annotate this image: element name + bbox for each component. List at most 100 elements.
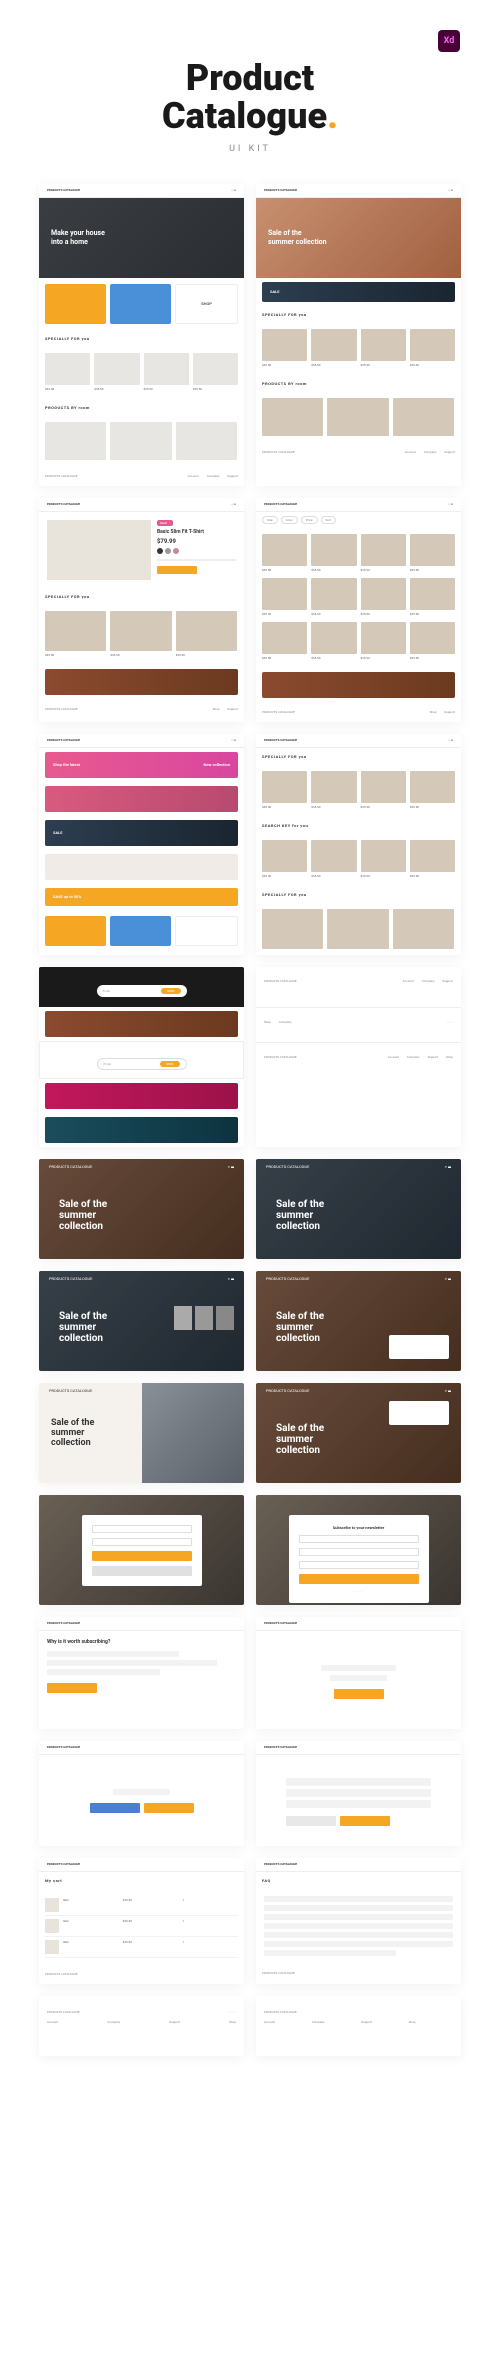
banner-dark-orange[interactable]: [45, 1011, 238, 1037]
hero-title: Sale of the summer collection: [59, 1199, 139, 1232]
hero: PRODUCTS CATALOGUE⌕ ☰ Sale of the summer…: [39, 1159, 244, 1259]
section-title: SPECIALLY FOR you: [39, 330, 244, 347]
product-card[interactable]: $35.50: [361, 840, 406, 880]
mockup-newsletters: EmailSEND EmailSEND: [39, 967, 244, 1147]
product-grid: $35.50 $35.50 $35.50 $35.50: [39, 347, 244, 399]
product-card[interactable]: [327, 398, 388, 436]
banner-pink-car[interactable]: [45, 786, 238, 812]
product-card[interactable]: $35.50: [311, 840, 356, 880]
action-button[interactable]: [47, 1683, 97, 1693]
filter-chip[interactable]: Price: [301, 516, 318, 524]
password-field[interactable]: [92, 1538, 192, 1546]
promo-banner[interactable]: [45, 669, 238, 695]
product-card[interactable]: $35.50: [410, 534, 455, 574]
product-card[interactable]: $35.50: [94, 353, 139, 393]
product-card[interactable]: [327, 909, 388, 949]
hero-title: Sale of the summer collection: [276, 1311, 356, 1344]
nav: PRODUCTS CATALOGUE⌕ ☰: [256, 1383, 461, 1399]
submit-button[interactable]: [299, 1574, 419, 1584]
banner-teal[interactable]: [45, 1117, 238, 1143]
feat-sofa-orange[interactable]: [45, 284, 106, 324]
product-card[interactable]: $35.50: [311, 534, 356, 574]
filter-chip[interactable]: Size: [262, 516, 278, 524]
product-card[interactable]: [393, 909, 454, 949]
sale-badge: SALE: [157, 520, 173, 526]
product-card[interactable]: $35.50: [262, 329, 307, 369]
banner-orange-save[interactable]: SAVE up to 50%: [45, 888, 238, 906]
product-card[interactable]: [262, 398, 323, 436]
feat-white[interactable]: [175, 916, 238, 946]
email-input[interactable]: EmailSEND: [97, 1058, 187, 1070]
back-button[interactable]: [286, 1816, 336, 1826]
product-card[interactable]: $35.50: [361, 578, 406, 618]
product-card[interactable]: $35.50: [410, 329, 455, 369]
feat-shop[interactable]: SHOP: [175, 284, 238, 324]
table-row: Item$35.501: [45, 1895, 238, 1916]
product-card[interactable]: [393, 398, 454, 436]
product-badge[interactable]: [389, 1401, 449, 1425]
shop-button[interactable]: [90, 1803, 140, 1813]
footer: PRODUCTS CATALOGUE Account··· Company···…: [256, 1996, 461, 2056]
feat-chair-blue[interactable]: [110, 284, 171, 324]
product-card[interactable]: $35.50: [45, 611, 106, 659]
product-card[interactable]: [45, 422, 106, 460]
product-card[interactable]: $35.50: [262, 622, 307, 662]
banner-pink[interactable]: Shop the latestNew collection: [45, 752, 238, 778]
mockup-hero-light-split: Sale of the summer collection PRODUCTS C…: [39, 1383, 244, 1483]
page-title: Why is it worth subscribing?: [47, 1639, 236, 1645]
banner-split[interactable]: [45, 854, 238, 880]
email-field[interactable]: [92, 1525, 192, 1533]
product-card[interactable]: $35.50: [311, 578, 356, 618]
page-header: ProductCatalogue. UI KIT: [0, 0, 500, 184]
banner-magenta[interactable]: [45, 1083, 238, 1109]
checkout-button[interactable]: [334, 1689, 384, 1699]
product-card[interactable]: $35.50: [361, 329, 406, 369]
product-card[interactable]: $35.50: [410, 840, 455, 880]
add-to-cart-button[interactable]: [157, 566, 197, 574]
product-card[interactable]: $35.50: [110, 611, 171, 659]
next-button[interactable]: [340, 1816, 390, 1826]
product-card[interactable]: $35.50: [176, 611, 237, 659]
product-card[interactable]: $35.50: [45, 353, 90, 393]
signup-button[interactable]: [92, 1566, 192, 1576]
email-input[interactable]: EmailSEND: [97, 985, 187, 997]
section-title: SPECIALLY FOR you: [39, 588, 244, 605]
product-card[interactable]: $35.50: [410, 771, 455, 811]
product-card[interactable]: $35.50: [311, 771, 356, 811]
nav-bar: PRODUCTS CATALOGUE: [39, 1858, 244, 1872]
product-card[interactable]: $35.50: [361, 771, 406, 811]
product-card[interactable]: [176, 422, 237, 460]
product-image[interactable]: [47, 520, 151, 580]
password-field[interactable]: [299, 1561, 419, 1569]
promo-banner[interactable]: [262, 672, 455, 698]
banner-navy[interactable]: SALE: [45, 820, 238, 846]
product-card[interactable]: $35.50: [361, 622, 406, 662]
filter-chip[interactable]: Color: [281, 516, 298, 524]
product-card[interactable]: $35.50: [410, 578, 455, 618]
name-field[interactable]: [299, 1535, 419, 1543]
product-card[interactable]: [110, 422, 171, 460]
product-detail: SALE Basic Slim Fit T-Shirt $79.99: [39, 512, 244, 588]
product-card[interactable]: [262, 909, 323, 949]
checkout-button[interactable]: [144, 1803, 194, 1813]
product-card[interactable]: $35.50: [262, 578, 307, 618]
product-card[interactable]: $35.50: [361, 534, 406, 574]
email-field[interactable]: [299, 1548, 419, 1556]
product-card[interactable]: $35.50: [262, 534, 307, 574]
sale-banner[interactable]: SALE: [262, 282, 455, 302]
feat-orange[interactable]: [45, 916, 106, 946]
product-card[interactable]: $35.50: [262, 771, 307, 811]
product-card[interactable]: $35.50: [410, 622, 455, 662]
product-card[interactable]: $35.50: [144, 353, 189, 393]
filter-chip[interactable]: Sort: [321, 516, 337, 524]
signin-button[interactable]: [92, 1551, 192, 1561]
hero-thumbs[interactable]: [174, 1306, 234, 1330]
product-card[interactable]: $35.50: [262, 840, 307, 880]
cart-table: Item$35.501 Item$35.501 Item$35.501: [39, 1889, 244, 1964]
color-swatches[interactable]: [157, 548, 236, 554]
product-card[interactable]: $35.50: [193, 353, 238, 393]
feat-blue[interactable]: [110, 916, 171, 946]
product-card[interactable]: $35.50: [311, 329, 356, 369]
product-badge[interactable]: [389, 1335, 449, 1359]
product-card[interactable]: $35.50: [311, 622, 356, 662]
